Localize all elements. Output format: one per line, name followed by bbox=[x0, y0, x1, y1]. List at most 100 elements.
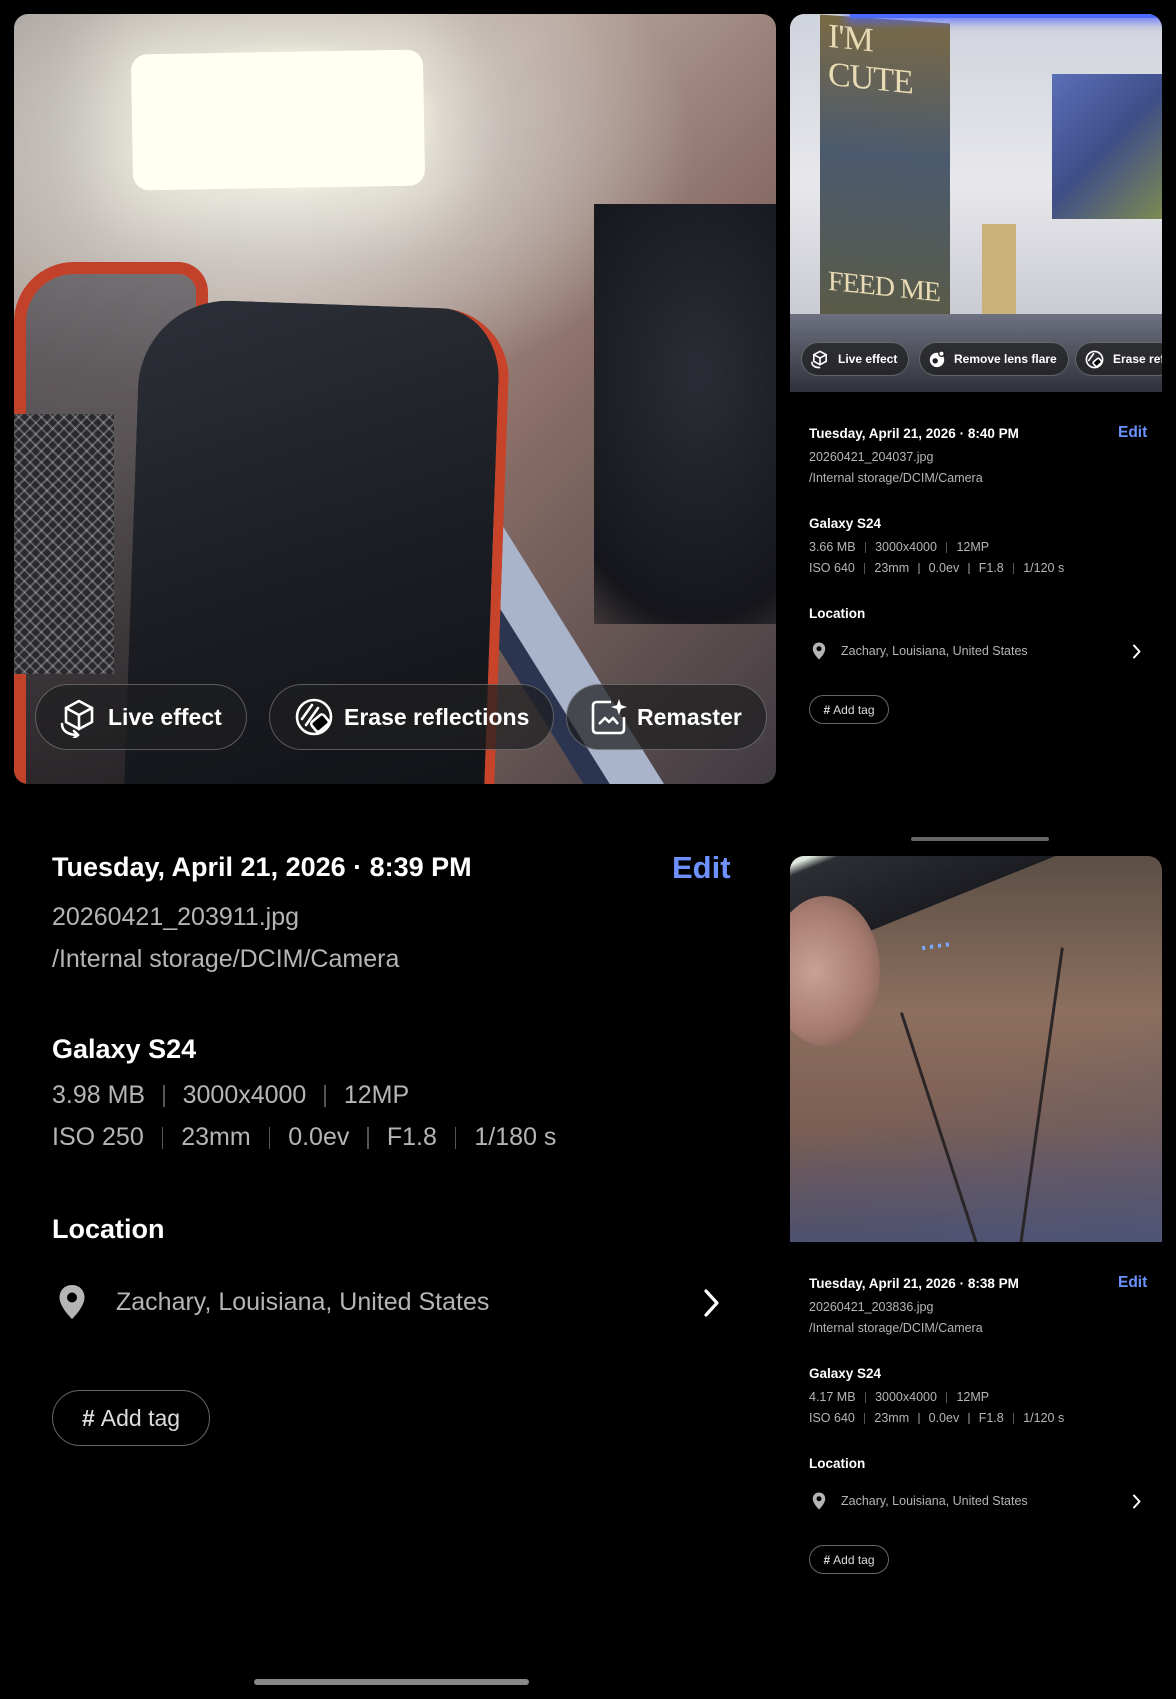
photo-date: Tuesday, April 21, 2026 · 8:40 PM bbox=[809, 426, 1019, 441]
aperture: F1.8 bbox=[978, 1411, 1004, 1425]
live-effect-icon bbox=[811, 350, 827, 369]
erase-reflections-icon bbox=[295, 698, 333, 736]
location-pin-icon bbox=[59, 1285, 85, 1319]
add-tag-label: Add tag bbox=[100, 1404, 181, 1431]
chevron-right-icon[interactable] bbox=[1131, 1494, 1142, 1509]
add-tag-button[interactable]: # Add tag bbox=[52, 1390, 210, 1446]
edit-button[interactable]: Edit bbox=[672, 850, 731, 886]
resolution: 3000x4000 bbox=[875, 540, 937, 554]
file-path: /Internal storage/DCIM/Camera bbox=[809, 1321, 983, 1335]
photo-date: Tuesday, April 21, 2026 · 8:38 PM bbox=[809, 1276, 1019, 1291]
hash-icon: # bbox=[823, 1552, 831, 1567]
location-text: Zachary, Louisiana, United States bbox=[116, 1287, 490, 1316]
focal-length: 23mm bbox=[874, 1411, 910, 1425]
specs-line-1: 3.66 MB 3000x4000 12MP bbox=[809, 540, 989, 554]
blanket-line bbox=[1019, 947, 1064, 1242]
gesture-bar[interactable] bbox=[254, 1679, 529, 1685]
erase-reflections-button[interactable]: Erase ref bbox=[1075, 342, 1162, 376]
shutter-speed: 1/180 s bbox=[474, 1123, 557, 1151]
shutter-speed: 1/120 s bbox=[1023, 1411, 1065, 1425]
blanket-line bbox=[899, 1011, 984, 1242]
specs-line-2: ISO 250 23mm 0.0ev F1.8 1/180 s bbox=[52, 1123, 556, 1152]
led-strip bbox=[850, 14, 1162, 18]
file-name: 20260421_204037.jpg bbox=[809, 450, 934, 464]
remaster-label: Remaster bbox=[637, 703, 742, 730]
resolution: 3000x4000 bbox=[182, 1081, 307, 1109]
add-tag-label: Add tag bbox=[833, 1552, 875, 1567]
location-title: Location bbox=[809, 1456, 866, 1471]
chevron-right-icon[interactable] bbox=[1131, 644, 1142, 659]
location-row[interactable]: Zachary, Louisiana, United States bbox=[812, 642, 1028, 660]
poster bbox=[982, 224, 1016, 314]
iso: ISO 640 bbox=[809, 561, 855, 575]
bottom-right-photo[interactable] bbox=[790, 856, 1162, 1242]
device-model: Galaxy S24 bbox=[809, 1366, 882, 1381]
iso: ISO 250 bbox=[52, 1123, 144, 1151]
megapixels: 12MP bbox=[343, 1081, 410, 1109]
top-right-actions: Live effect Remove lens flare Erase ref bbox=[790, 330, 1162, 392]
photo-date: Tuesday, April 21, 2026 · 8:39 PM bbox=[52, 852, 472, 882]
edit-button[interactable]: Edit bbox=[1118, 1274, 1147, 1292]
light-panel bbox=[130, 49, 426, 191]
location-title: Location bbox=[809, 606, 866, 621]
location-row[interactable]: Zachary, Louisiana, United States bbox=[812, 1492, 1028, 1510]
file-size: 3.98 MB bbox=[52, 1081, 146, 1109]
shutter-speed: 1/120 s bbox=[1023, 561, 1065, 575]
erase-reflections-button[interactable]: Erase reflections bbox=[269, 684, 555, 750]
live-effect-label: Live effect bbox=[838, 352, 898, 366]
remaster-icon bbox=[591, 699, 627, 735]
remove-lens-flare-button[interactable]: Remove lens flare bbox=[919, 342, 1069, 376]
exposure-value: 0.0ev bbox=[928, 1411, 960, 1425]
poster-text-top: I'M CUTE bbox=[828, 17, 913, 102]
erase-reflections-label: Erase reflections bbox=[344, 703, 530, 730]
remove-lens-flare-label: Remove lens flare bbox=[954, 352, 1057, 366]
battery-indicator bbox=[921, 941, 953, 951]
hash-icon: # bbox=[81, 1404, 95, 1431]
aperture: F1.8 bbox=[386, 1123, 437, 1151]
location-row[interactable]: Zachary, Louisiana, United States bbox=[58, 1284, 489, 1320]
exposure-value: 0.0ev bbox=[928, 561, 960, 575]
iso: ISO 640 bbox=[809, 1411, 855, 1425]
file-size: 3.66 MB bbox=[809, 540, 856, 554]
erase-reflections-icon bbox=[1085, 350, 1104, 368]
main-photo[interactable] bbox=[14, 14, 776, 784]
file-name: 20260421_203836.jpg bbox=[809, 1300, 934, 1314]
live-effect-button[interactable]: Live effect bbox=[35, 684, 247, 750]
resolution: 3000x4000 bbox=[875, 1390, 937, 1404]
file-path: /Internal storage/DCIM/Camera bbox=[52, 945, 400, 973]
case-mesh bbox=[14, 414, 114, 674]
focal-length: 23mm bbox=[181, 1123, 251, 1151]
erase-reflections-label: Erase ref bbox=[1113, 352, 1162, 366]
hash-icon: # bbox=[823, 702, 831, 717]
exposure-value: 0.0ev bbox=[288, 1123, 350, 1151]
specs-line-2: ISO 640 23mm 0.0ev F1.8 1/120 s bbox=[809, 1411, 1064, 1425]
live-effect-icon bbox=[60, 699, 94, 738]
specs-line-2: ISO 640 23mm 0.0ev F1.8 1/120 s bbox=[809, 561, 1064, 575]
megapixels: 12MP bbox=[956, 540, 990, 554]
edit-button[interactable]: Edit bbox=[1118, 424, 1147, 442]
aperture: F1.8 bbox=[978, 561, 1004, 575]
specs-line-1: 3.98 MB 3000x4000 12MP bbox=[52, 1081, 409, 1110]
file-size: 4.17 MB bbox=[809, 1390, 856, 1404]
poster bbox=[1052, 74, 1162, 219]
live-effect-label: Live effect bbox=[108, 703, 222, 730]
focal-length: 23mm bbox=[874, 561, 910, 575]
add-tag-button[interactable]: # Add tag bbox=[809, 695, 889, 724]
remove-lens-flare-icon bbox=[929, 350, 945, 368]
device-model: Galaxy S24 bbox=[809, 516, 882, 531]
megapixels: 12MP bbox=[956, 1390, 990, 1404]
location-pin-icon bbox=[812, 642, 826, 660]
location-pin-icon bbox=[812, 1492, 826, 1510]
remaster-button[interactable]: Remaster bbox=[566, 684, 767, 750]
file-path: /Internal storage/DCIM/Camera bbox=[809, 471, 983, 485]
live-effect-button[interactable]: Live effect bbox=[801, 342, 910, 376]
drag-handle[interactable] bbox=[911, 837, 1049, 841]
add-tag-button[interactable]: # Add tag bbox=[809, 1545, 889, 1574]
specs-line-1: 4.17 MB 3000x4000 12MP bbox=[809, 1390, 989, 1404]
location-text: Zachary, Louisiana, United States bbox=[841, 1494, 1028, 1508]
location-title: Location bbox=[52, 1214, 165, 1244]
file-name: 20260421_203911.jpg bbox=[52, 903, 300, 931]
chevron-right-icon[interactable] bbox=[700, 1288, 722, 1318]
dark-bag bbox=[594, 204, 776, 624]
location-text: Zachary, Louisiana, United States bbox=[841, 644, 1028, 658]
